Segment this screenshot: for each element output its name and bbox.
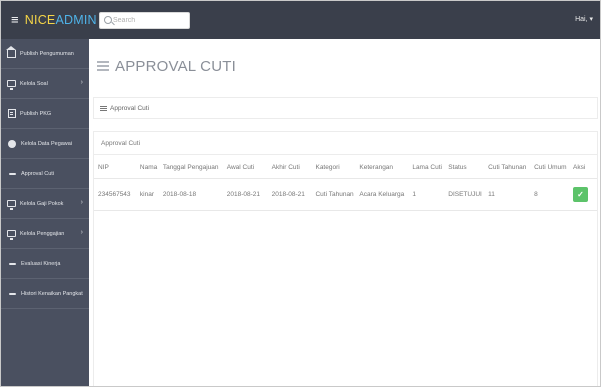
column-header: Nama: [139, 163, 158, 171]
sidebar-item-kelola-soal[interactable]: Kelola Soal ›: [1, 69, 89, 99]
sidebar-item-label: Histori Kenaikan Pangkat: [21, 290, 83, 297]
column-header: Kategori: [315, 163, 340, 171]
cell-nip: 234567543: [94, 177, 140, 211]
cell-akhir-cuti: 2018-08-21: [271, 177, 316, 211]
breadcrumb-item[interactable]: Approval Cuti: [110, 105, 149, 112]
column-header: Keterangan: [359, 163, 394, 171]
top-navbar: ≡ NICEADMIN Hai, ▾: [1, 1, 600, 39]
app-window: ≡ NICEADMIN Hai, ▾ Publish Pengumuman Kel…: [0, 0, 601, 387]
dash-icon: [9, 262, 16, 265]
sidebar-item-label: Publish Pengumuman: [20, 50, 74, 57]
home-icon: [6, 45, 16, 58]
chevron-right-icon: ›: [80, 229, 83, 236]
column-header: Cuti Tahunan: [488, 163, 527, 171]
monitor-icon: [7, 230, 16, 240]
approval-table: NIP Nama Tanggal Pengajuan Awal Cuti Akh…: [94, 157, 597, 211]
sidebar-item-kelola-penggajian[interactable]: Kelola Penggajian ›: [1, 219, 89, 249]
sidebar-item-label: Approval Cuti: [21, 170, 55, 177]
cell-aksi: ✓: [573, 177, 597, 211]
brand-nice-text: NICE: [24, 13, 56, 27]
user-menu-dropdown[interactable]: Hai, ▾: [575, 15, 593, 23]
chevron-right-icon: ›: [80, 79, 83, 86]
sidebar: Publish Pengumuman Kelola Soal › Publish…: [1, 39, 89, 386]
cell-lama-cuti: 1: [412, 177, 449, 211]
cell-status: DISETUJUI: [448, 177, 489, 211]
list-icon: [97, 61, 109, 71]
sidebar-item-histori-kenaikan-pangkat[interactable]: Histori Kenaikan Pangkat: [1, 279, 89, 309]
search-icon: [104, 16, 112, 24]
cell-cuti-umum: 8: [534, 177, 573, 211]
approve-button[interactable]: ✓: [573, 186, 588, 202]
breadcrumb: Approval Cuti: [93, 97, 598, 119]
column-header: Lama Cuti: [412, 163, 442, 171]
brand-admin-text: ADMIN: [55, 13, 97, 27]
sidebar-item-publish-pengumuman[interactable]: Publish Pengumuman: [1, 39, 89, 69]
cell-cuti-tahunan: 11: [488, 177, 535, 211]
brand-logo[interactable]: ≡ NICEADMIN: [11, 12, 97, 27]
sidebar-item-kelola-data-pegawai[interactable]: Kelola Data Pegawai: [1, 129, 89, 159]
dash-icon: [9, 292, 16, 295]
cell-nama: kinar: [139, 177, 163, 211]
hamburger-menu-icon[interactable]: ≡: [11, 12, 19, 27]
cell-keterangan: Acara Keluarga: [359, 177, 413, 211]
panel-heading: Approval Cuti: [94, 132, 597, 155]
circle-icon: [8, 139, 16, 148]
monitor-icon: [7, 200, 16, 210]
cell-kategori: Cuti Tahunan: [315, 177, 360, 211]
sidebar-item-label: Kelola Soal: [20, 80, 48, 87]
page-title: APPROVAL CUTI: [97, 58, 236, 75]
column-header: Tanggal Pengajuan: [162, 163, 219, 171]
chevron-right-icon: ›: [80, 199, 83, 206]
sidebar-item-kelola-gaji-pokok[interactable]: Kelola Gaji Pokok ›: [1, 189, 89, 219]
page-title-text: APPROVAL CUTI: [115, 58, 236, 75]
cell-awal-cuti: 2018-08-21: [226, 177, 272, 211]
column-header: Cuti Umum: [534, 163, 567, 171]
table-header-row: NIP Nama Tanggal Pengajuan Awal Cuti Akh…: [94, 157, 597, 178]
dash-icon: [9, 172, 16, 175]
approval-panel: Approval Cuti NIP Nama Tanggal Pengajuan…: [93, 131, 598, 386]
column-header: Status: [448, 163, 467, 171]
search-input[interactable]: [113, 14, 187, 27]
column-header: NIP: [98, 163, 109, 171]
monitor-icon: [7, 80, 16, 90]
sidebar-item-label: Kelola Penggajian: [20, 230, 65, 237]
sidebar-item-publish-pkg[interactable]: Publish PKG: [1, 99, 89, 129]
search-box[interactable]: [99, 12, 190, 29]
list-icon: [100, 105, 107, 111]
sidebar-item-label: Kelola Gaji Pokok: [20, 200, 64, 207]
document-icon: [8, 109, 16, 118]
column-header: Awal Cuti: [226, 163, 255, 171]
sidebar-item-label: Kelola Data Pegawai: [21, 140, 73, 147]
table-row: 234567543 kinar 2018-08-18 2018-08-21 20…: [94, 177, 597, 211]
sidebar-item-evaluasi-kinerja[interactable]: Evaluasi Kinerja: [1, 249, 89, 279]
column-header: Akhir Cuti: [271, 163, 300, 171]
column-header: Aksi: [573, 163, 586, 171]
checkmark-icon: ✓: [577, 189, 584, 199]
cell-tanggal-pengajuan: 2018-08-18: [162, 177, 227, 211]
sidebar-item-label: Publish PKG: [20, 110, 52, 117]
sidebar-item-label: Evaluasi Kinerja: [21, 260, 61, 267]
sidebar-item-approval-cuti[interactable]: Approval Cuti: [1, 159, 89, 189]
